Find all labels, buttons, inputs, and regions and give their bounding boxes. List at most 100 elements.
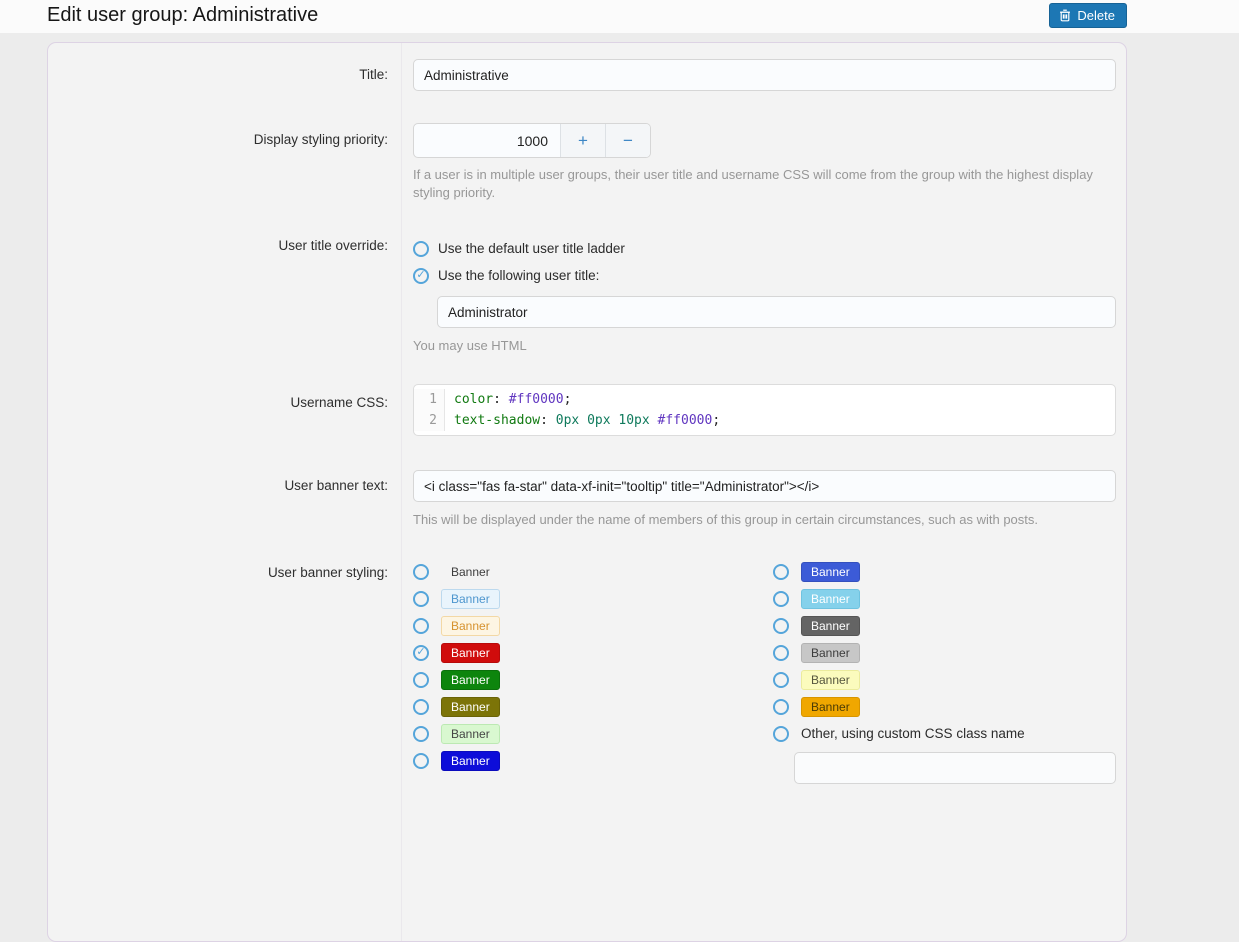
code-token-hex: #ff0000 [658,413,713,428]
code-line-number: 1 [414,389,437,410]
priority-spinner: + − [413,123,651,158]
radio-banner-red[interactable] [413,645,429,661]
banner-preview-light-green[interactable]: Banner [441,724,500,744]
banner-style-option-olive: Banner [413,693,773,720]
radio-banner-none[interactable] [413,564,429,580]
banner-style-option-silver: Banner [773,639,1116,666]
priority-hint: If a user is in multiple user groups, th… [413,166,1105,202]
code-content[interactable]: color: #ff0000;text-shadow: 0px 0px 10px… [445,389,720,431]
code-token-num: 10px [618,413,649,428]
user-title-option-default[interactable]: Use the default user title ladder [413,235,1116,262]
form-row-priority: Display styling priority: + − If a user … [48,91,1126,202]
radio-banner-blue[interactable] [413,753,429,769]
banner-preview-sky-blue[interactable]: Banner [801,589,860,609]
custom-css-class-input[interactable] [794,752,1116,784]
banner-styling-label: User banner styling: [48,558,401,784]
radio-banner-staff[interactable] [413,591,429,607]
code-token-num: 0px [587,413,610,428]
form-row-banner-text: User banner text: This will be displayed… [48,436,1126,529]
banner-style-option-accent: Banner [413,612,773,639]
code-token-punct: ; [712,413,720,428]
form-row-user-title-override: User title override: Use the default use… [48,202,1126,355]
code-token-punct: : [493,392,501,407]
banner-preview-none[interactable]: Banner [441,562,500,582]
banner-other-label[interactable]: Other, using custom CSS class name [801,726,1025,741]
banner-preview-blue[interactable]: Banner [441,751,500,771]
banner-preview-gray[interactable]: Banner [801,616,860,636]
radio-banner-green[interactable] [413,672,429,688]
banner-style-option-red: Banner [413,639,773,666]
banner-style-option-yellow: Banner [773,666,1116,693]
user-title-option-default-label[interactable]: Use the default user title ladder [438,241,625,256]
code-token-plain [501,392,509,407]
form-row-username-css: Username CSS: 12 color: #ff0000;text-sha… [48,355,1126,436]
banner-options-right-column: Banner Banner Banner Banner Banner Banner Othe… [773,558,1116,784]
radio-banner-other[interactable] [773,726,789,742]
priority-input[interactable] [414,124,560,157]
banner-style-option-sky-blue: Banner [773,585,1116,612]
code-line-numbers: 12 [414,389,445,431]
radio-banner-orange[interactable] [773,699,789,715]
code-token-hex: #ff0000 [509,392,564,407]
delete-button[interactable]: Delete [1049,3,1127,28]
banner-preview-olive[interactable]: Banner [441,697,500,717]
radio-default-title-ladder[interactable] [413,241,429,257]
radio-banner-light-green[interactable] [413,726,429,742]
page-title: Edit user group: Administrative [47,4,318,27]
priority-label: Display styling priority: [48,123,401,202]
banner-preview-royal-blue[interactable]: Banner [801,562,860,582]
code-token-punct: ; [564,392,572,407]
banner-style-option-royal-blue: Banner [773,558,1116,585]
banner-style-option-green: Banner [413,666,773,693]
banner-preview-red[interactable]: Banner [441,643,500,663]
banner-style-option-orange: Banner [773,693,1116,720]
edit-user-group-form: Title: Display styling priority: + − If … [47,42,1127,942]
header-bar: Edit user group: Administrative Delete [0,0,1239,33]
column-divider [401,43,402,941]
radio-banner-gray[interactable] [773,618,789,634]
banner-preview-green[interactable]: Banner [441,670,500,690]
code-line[interactable]: color: #ff0000; [454,389,720,410]
banner-style-option-light-green: Banner [413,720,773,747]
trash-icon [1059,9,1071,22]
banner-preview-staff[interactable]: Banner [441,589,500,609]
code-token-plain [650,413,658,428]
radio-banner-yellow[interactable] [773,672,789,688]
decrement-button[interactable]: − [605,124,650,157]
banner-preview-accent[interactable]: Banner [441,616,500,636]
banner-style-option-other: Other, using custom CSS class name [773,720,1116,747]
user-title-hint: You may use HTML [413,337,1116,355]
radio-banner-royal-blue[interactable] [773,564,789,580]
user-title-override-label: User title override: [48,235,401,355]
banner-style-option-gray: Banner [773,612,1116,639]
banner-style-option-blue: Banner [413,747,773,774]
title-input[interactable] [413,59,1116,91]
code-token-plain [579,413,587,428]
radio-banner-sky-blue[interactable] [773,591,789,607]
radio-banner-accent[interactable] [413,618,429,634]
banner-preview-yellow[interactable]: Banner [801,670,860,690]
code-line-number: 2 [414,410,437,431]
form-row-title: Title: [48,43,1126,91]
radio-custom-title[interactable] [413,268,429,284]
radio-banner-silver[interactable] [773,645,789,661]
banner-text-input[interactable] [413,470,1116,502]
banner-style-option-none: Banner [413,558,773,585]
banner-preview-silver[interactable]: Banner [801,643,860,663]
username-css-label: Username CSS: [48,384,401,436]
user-title-option-custom-label[interactable]: Use the following user title: [438,268,599,283]
custom-user-title-input[interactable] [437,296,1116,328]
banner-style-option-staff: Banner [413,585,773,612]
banner-text-label: User banner text: [48,470,401,529]
user-title-option-custom[interactable]: Use the following user title: [413,262,1116,289]
code-token-prop: text-shadow [454,413,540,428]
code-token-num: 0px [556,413,579,428]
username-css-editor[interactable]: 12 color: #ff0000;text-shadow: 0px 0px 1… [413,384,1116,436]
code-token-plain [548,413,556,428]
banner-options-left-column: Banner Banner Banner Banner Banner Banner Bann… [413,558,773,784]
increment-button[interactable]: + [560,124,605,157]
radio-banner-olive[interactable] [413,699,429,715]
code-line[interactable]: text-shadow: 0px 0px 10px #ff0000; [454,410,720,431]
banner-preview-orange[interactable]: Banner [801,697,860,717]
title-label: Title: [48,59,401,91]
